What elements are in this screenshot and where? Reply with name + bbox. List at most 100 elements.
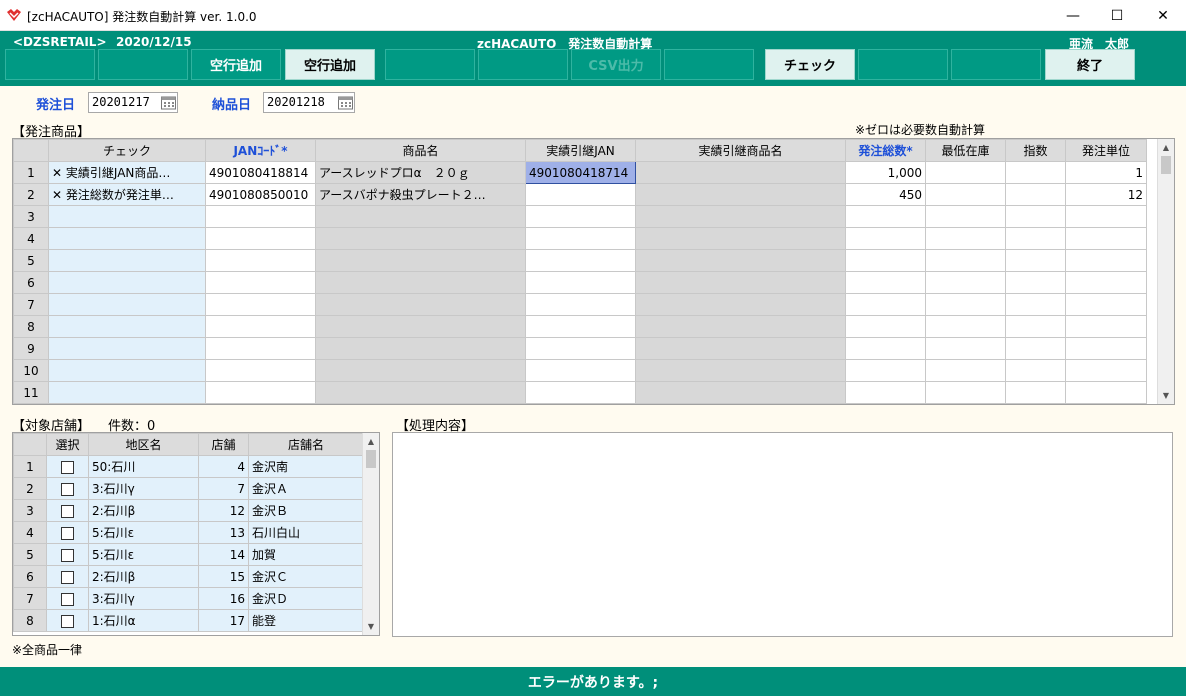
product-jan-cell[interactable] <box>205 337 316 360</box>
row-number[interactable]: 8 <box>13 609 47 632</box>
product-min-stock-cell[interactable] <box>925 315 1006 338</box>
product-ref-jan-cell[interactable] <box>525 359 636 382</box>
scroll-down-icon[interactable]: ▼ <box>363 618 379 635</box>
product-index-cell[interactable] <box>1005 249 1066 272</box>
table-row[interactable]: 7 <box>13 293 1147 316</box>
table-row[interactable]: 8 <box>13 315 1147 338</box>
product-name-cell[interactable]: アースレッドプロα ２０ｇ <box>315 161 526 184</box>
product-qty-cell[interactable] <box>845 337 926 360</box>
table-row[interactable]: 6 2:石川β 15 金沢Ｃ <box>13 565 364 588</box>
product-jan-cell[interactable] <box>205 205 316 228</box>
product-jan-cell[interactable] <box>205 271 316 294</box>
check-button[interactable]: チェック <box>765 49 855 80</box>
table-row[interactable]: 3 <box>13 205 1147 228</box>
function-button-6[interactable] <box>478 49 568 80</box>
store-area-cell[interactable]: 2:石川β <box>88 499 199 522</box>
store-select-checkbox[interactable] <box>61 614 74 628</box>
function-button-10[interactable] <box>858 49 948 80</box>
row-number[interactable]: 4 <box>13 521 47 544</box>
product-qty-cell[interactable]: 450 <box>845 183 926 206</box>
scroll-down-icon[interactable]: ▼ <box>1158 387 1174 404</box>
product-ref-jan-cell[interactable] <box>525 227 636 250</box>
product-check-cell[interactable] <box>48 227 206 250</box>
product-unit-cell[interactable] <box>1065 227 1147 250</box>
product-name-cell[interactable] <box>315 227 526 250</box>
product-ref-jan-cell[interactable] <box>525 337 636 360</box>
product-ref-jan-cell[interactable] <box>525 183 636 206</box>
product-name-cell[interactable] <box>315 271 526 294</box>
row-number[interactable]: 8 <box>13 315 49 338</box>
store-name-cell[interactable]: 金沢南 <box>248 455 364 478</box>
table-row[interactable]: 6 <box>13 271 1147 294</box>
scroll-up-icon[interactable]: ▲ <box>1158 139 1174 156</box>
store-number-cell[interactable]: 14 <box>198 543 249 566</box>
table-row[interactable]: 2 ✕ 発注総数が発注単… 4901080850010 アースバポナ殺虫プレート２… 4… <box>13 183 1147 206</box>
product-min-stock-cell[interactable] <box>925 183 1006 206</box>
product-min-stock-cell[interactable] <box>925 381 1006 404</box>
row-number[interactable]: 4 <box>13 227 49 250</box>
store-area-cell[interactable]: 3:石川γ <box>88 587 199 610</box>
scroll-thumb[interactable] <box>366 450 376 468</box>
scroll-up-icon[interactable]: ▲ <box>363 433 379 450</box>
store-number-cell[interactable]: 4 <box>198 455 249 478</box>
product-unit-cell[interactable] <box>1065 359 1147 382</box>
product-qty-cell[interactable] <box>845 271 926 294</box>
table-row[interactable]: 2 3:石川γ 7 金沢Ａ <box>13 477 364 500</box>
product-unit-cell[interactable]: 12 <box>1065 183 1147 206</box>
row-number[interactable]: 9 <box>13 337 49 360</box>
product-qty-cell[interactable] <box>845 293 926 316</box>
product-ref-jan-cell[interactable] <box>525 271 636 294</box>
row-number[interactable]: 6 <box>13 271 49 294</box>
product-min-stock-cell[interactable] <box>925 227 1006 250</box>
product-unit-cell[interactable] <box>1065 381 1147 404</box>
product-check-cell[interactable] <box>48 337 206 360</box>
col-check[interactable]: チェック <box>48 139 206 162</box>
product-ref-jan-cell[interactable] <box>525 381 636 404</box>
col-area-name[interactable]: 地区名 <box>88 433 199 456</box>
store-area-cell[interactable]: 1:石川α <box>88 609 199 632</box>
row-number[interactable]: 3 <box>13 205 49 228</box>
row-number[interactable]: 1 <box>13 455 47 478</box>
function-button-1[interactable] <box>5 49 95 80</box>
product-ref-name-cell[interactable] <box>635 315 846 338</box>
product-check-cell[interactable] <box>48 271 206 294</box>
product-name-cell[interactable] <box>315 293 526 316</box>
row-number[interactable]: 2 <box>13 183 49 206</box>
add-blank-row-button[interactable]: 空行追加 <box>285 49 375 80</box>
product-ref-name-cell[interactable] <box>635 227 846 250</box>
product-index-cell[interactable] <box>1005 359 1066 382</box>
col-ref-jan[interactable]: 実績引継JAN <box>525 139 636 162</box>
product-ref-name-cell[interactable] <box>635 271 846 294</box>
product-min-stock-cell[interactable] <box>925 161 1006 184</box>
table-row[interactable]: 3 2:石川β 12 金沢Ｂ <box>13 499 364 522</box>
product-index-cell[interactable] <box>1005 271 1066 294</box>
scroll-thumb[interactable] <box>1161 156 1171 174</box>
row-number[interactable]: 7 <box>13 587 47 610</box>
row-number[interactable]: 7 <box>13 293 49 316</box>
store-area-cell[interactable]: 2:石川β <box>88 565 199 588</box>
store-name-cell[interactable]: 金沢Ｂ <box>248 499 364 522</box>
product-index-cell[interactable] <box>1005 161 1066 184</box>
store-name-cell[interactable]: 金沢Ｃ <box>248 565 364 588</box>
store-name-cell[interactable]: 能登 <box>248 609 364 632</box>
table-row[interactable]: 4 <box>13 227 1147 250</box>
product-ref-name-cell[interactable] <box>635 381 846 404</box>
row-number[interactable]: 2 <box>13 477 47 500</box>
table-row[interactable]: 4 5:石川ε 13 石川白山 <box>13 521 364 544</box>
table-row[interactable]: 1 ✕ 実績引継JAN商品… 4901080418814 アースレッドプロα ２０ｇ 4… <box>13 161 1147 184</box>
product-ref-jan-cell[interactable]: 4901080418714 <box>525 161 636 184</box>
product-unit-cell[interactable] <box>1065 205 1147 228</box>
product-name-cell[interactable] <box>315 381 526 404</box>
store-number-cell[interactable]: 15 <box>198 565 249 588</box>
product-check-cell[interactable] <box>48 381 206 404</box>
store-number-cell[interactable]: 13 <box>198 521 249 544</box>
store-select-checkbox[interactable] <box>61 482 74 496</box>
product-min-stock-cell[interactable] <box>925 337 1006 360</box>
product-ref-jan-cell[interactable] <box>525 249 636 272</box>
csv-export-button[interactable]: CSV出力 <box>571 49 661 80</box>
product-qty-cell[interactable] <box>845 227 926 250</box>
minimize-button[interactable]: — <box>1050 0 1096 31</box>
store-area-cell[interactable]: 50:石川 <box>88 455 199 478</box>
store-number-cell[interactable]: 12 <box>198 499 249 522</box>
col-store-no[interactable]: 店舗 <box>198 433 249 456</box>
